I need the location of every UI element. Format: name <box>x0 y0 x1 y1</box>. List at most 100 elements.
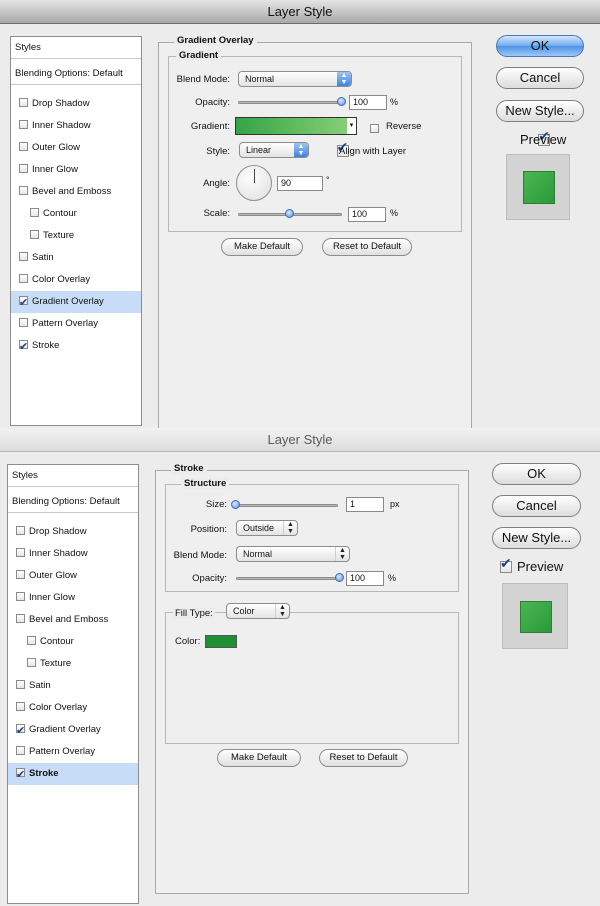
sidebar-item-pattern-overlay[interactable]: Pattern Overlay <box>8 741 138 763</box>
effect-checkbox[interactable] <box>30 230 39 239</box>
angle-input[interactable]: 90 <box>277 176 323 191</box>
window-title: Layer Style <box>0 428 600 452</box>
effect-checkbox[interactable] <box>19 292 28 314</box>
opacity-slider[interactable] <box>236 577 340 580</box>
sidebar-item-inner-glow[interactable]: Inner Glow <box>11 159 141 181</box>
sidebar-item-outer-glow[interactable]: Outer Glow <box>11 137 141 159</box>
group-title: Structure <box>181 478 230 489</box>
effect-checkbox[interactable] <box>19 186 28 195</box>
size-slider[interactable] <box>234 504 338 507</box>
sidebar-item-contour[interactable]: Contour <box>8 631 138 653</box>
new-style-button[interactable]: New Style... <box>496 100 584 122</box>
sidebar-item-outer-glow[interactable]: Outer Glow <box>8 565 138 587</box>
opacity-slider[interactable] <box>238 101 342 104</box>
effect-checkbox[interactable] <box>16 614 25 623</box>
reverse-checkbox[interactable] <box>370 124 379 133</box>
effect-checkbox[interactable] <box>16 720 25 742</box>
style-value: Linear <box>246 145 272 155</box>
sidebar-blending-options[interactable]: Blending Options: Default <box>8 491 138 513</box>
effect-checkbox[interactable] <box>16 746 25 755</box>
ok-button[interactable]: OK <box>496 35 584 57</box>
effect-checkbox[interactable] <box>27 636 36 645</box>
cancel-button[interactable]: Cancel <box>496 67 584 89</box>
color-swatch[interactable] <box>205 635 237 648</box>
reset-to-default-button[interactable]: Reset to Default <box>322 238 412 256</box>
effect-checkbox[interactable] <box>19 252 28 261</box>
scale-input[interactable]: 100 <box>348 207 386 222</box>
sidebar-blending-options[interactable]: Blending Options: Default <box>11 63 141 85</box>
sidebar-item-satin[interactable]: Satin <box>11 247 141 269</box>
sidebar-item-color-overlay[interactable]: Color Overlay <box>11 269 141 291</box>
panel-title: Stroke <box>171 463 207 474</box>
sidebar-item-drop-shadow[interactable]: Drop Shadow <box>11 93 141 115</box>
sidebar-item-inner-glow[interactable]: Inner Glow <box>8 587 138 609</box>
sidebar-item-stroke[interactable]: Stroke <box>11 335 141 358</box>
sidebar-item-stroke[interactable]: Stroke <box>8 763 138 786</box>
effect-checkbox[interactable] <box>19 336 28 358</box>
sidebar-item-inner-shadow[interactable]: Inner Shadow <box>11 115 141 137</box>
sidebar-item-label: Pattern Overlay <box>29 746 95 757</box>
sidebar-item-gradient-overlay[interactable]: Gradient Overlay <box>11 291 141 314</box>
effect-checkbox[interactable] <box>19 142 28 151</box>
make-default-button[interactable]: Make Default <box>221 238 303 256</box>
sidebar-item-drop-shadow[interactable]: Drop Shadow <box>8 521 138 543</box>
size-slider-handle[interactable] <box>231 500 240 509</box>
size-input[interactable]: 1 <box>346 497 384 512</box>
opacity-slider-handle[interactable] <box>335 573 344 582</box>
sidebar-item-gradient-overlay[interactable]: Gradient Overlay <box>8 719 138 742</box>
effect-checkbox[interactable] <box>16 702 25 711</box>
sidebar-item-label: Bevel and Emboss <box>32 186 112 197</box>
position-select[interactable]: Outside ▲ ▼ <box>236 520 298 536</box>
effect-checkbox[interactable] <box>27 658 36 667</box>
effect-checkbox[interactable] <box>16 592 25 601</box>
sidebar-item-bevel-and-emboss[interactable]: Bevel and Emboss <box>11 181 141 203</box>
effect-checkbox[interactable] <box>19 120 28 129</box>
sidebar-item-label: Color Overlay <box>29 702 88 713</box>
blend-mode-select[interactable]: Normal ▲ ▼ <box>238 71 352 87</box>
sidebar-item-contour[interactable]: Contour <box>11 203 141 225</box>
sidebar-item-texture[interactable]: Texture <box>8 653 138 675</box>
fill-type-value: Color <box>233 606 255 616</box>
fill-type-select[interactable]: Color ▲ ▼ <box>226 603 290 619</box>
sidebar-item-label: Outer Glow <box>29 570 78 581</box>
sidebar-item-satin[interactable]: Satin <box>8 675 138 697</box>
cancel-button[interactable]: Cancel <box>492 495 581 517</box>
sidebar-item-texture[interactable]: Texture <box>11 225 141 247</box>
effect-checkbox[interactable] <box>16 548 25 557</box>
effect-checkbox[interactable] <box>19 274 28 283</box>
sidebar-item-pattern-overlay[interactable]: Pattern Overlay <box>11 313 141 335</box>
sidebar-item-label: Inner Shadow <box>32 120 91 131</box>
effect-checkbox[interactable] <box>16 680 25 689</box>
effect-checkbox[interactable] <box>19 318 28 327</box>
ok-button[interactable]: OK <box>492 463 581 485</box>
sidebar-styles-header[interactable]: Styles <box>8 465 138 487</box>
reset-to-default-button[interactable]: Reset to Default <box>319 749 408 767</box>
gradient-dropdown-icon[interactable]: ▾ <box>347 118 356 134</box>
preview-area <box>506 154 570 220</box>
sidebar-item-inner-shadow[interactable]: Inner Shadow <box>8 543 138 565</box>
gradient-swatch[interactable]: ▾ <box>235 117 357 135</box>
sidebar-styles-header[interactable]: Styles <box>11 37 141 59</box>
opacity-slider-handle[interactable] <box>337 97 346 106</box>
sidebar-item-color-overlay[interactable]: Color Overlay <box>8 697 138 719</box>
opacity-input[interactable]: 100 <box>349 95 387 110</box>
style-select[interactable]: Linear ▲ ▼ <box>239 142 309 158</box>
opacity-input[interactable]: 100 <box>346 571 384 586</box>
effect-checkbox[interactable] <box>19 98 28 107</box>
new-style-button[interactable]: New Style... <box>492 527 581 549</box>
preview-checkbox[interactable] <box>500 556 512 573</box>
sidebar-item-label: Inner Shadow <box>29 548 88 559</box>
make-default-button[interactable]: Make Default <box>217 749 301 767</box>
align-with-layer-label: Align with Layer <box>339 146 407 157</box>
scale-slider-handle[interactable] <box>285 209 294 218</box>
effect-checkbox[interactable] <box>16 764 25 786</box>
sidebar-item-label: Bevel and Emboss <box>29 614 109 625</box>
effect-checkbox[interactable] <box>16 570 25 579</box>
effect-checkbox[interactable] <box>19 164 28 173</box>
sidebar-item-label: Gradient Overlay <box>32 296 104 307</box>
blend-mode-select[interactable]: Normal ▲ ▼ <box>236 546 350 562</box>
effect-checkbox[interactable] <box>16 526 25 535</box>
effect-checkbox[interactable] <box>30 208 39 217</box>
angle-dial[interactable] <box>236 165 272 201</box>
sidebar-item-bevel-and-emboss[interactable]: Bevel and Emboss <box>8 609 138 631</box>
